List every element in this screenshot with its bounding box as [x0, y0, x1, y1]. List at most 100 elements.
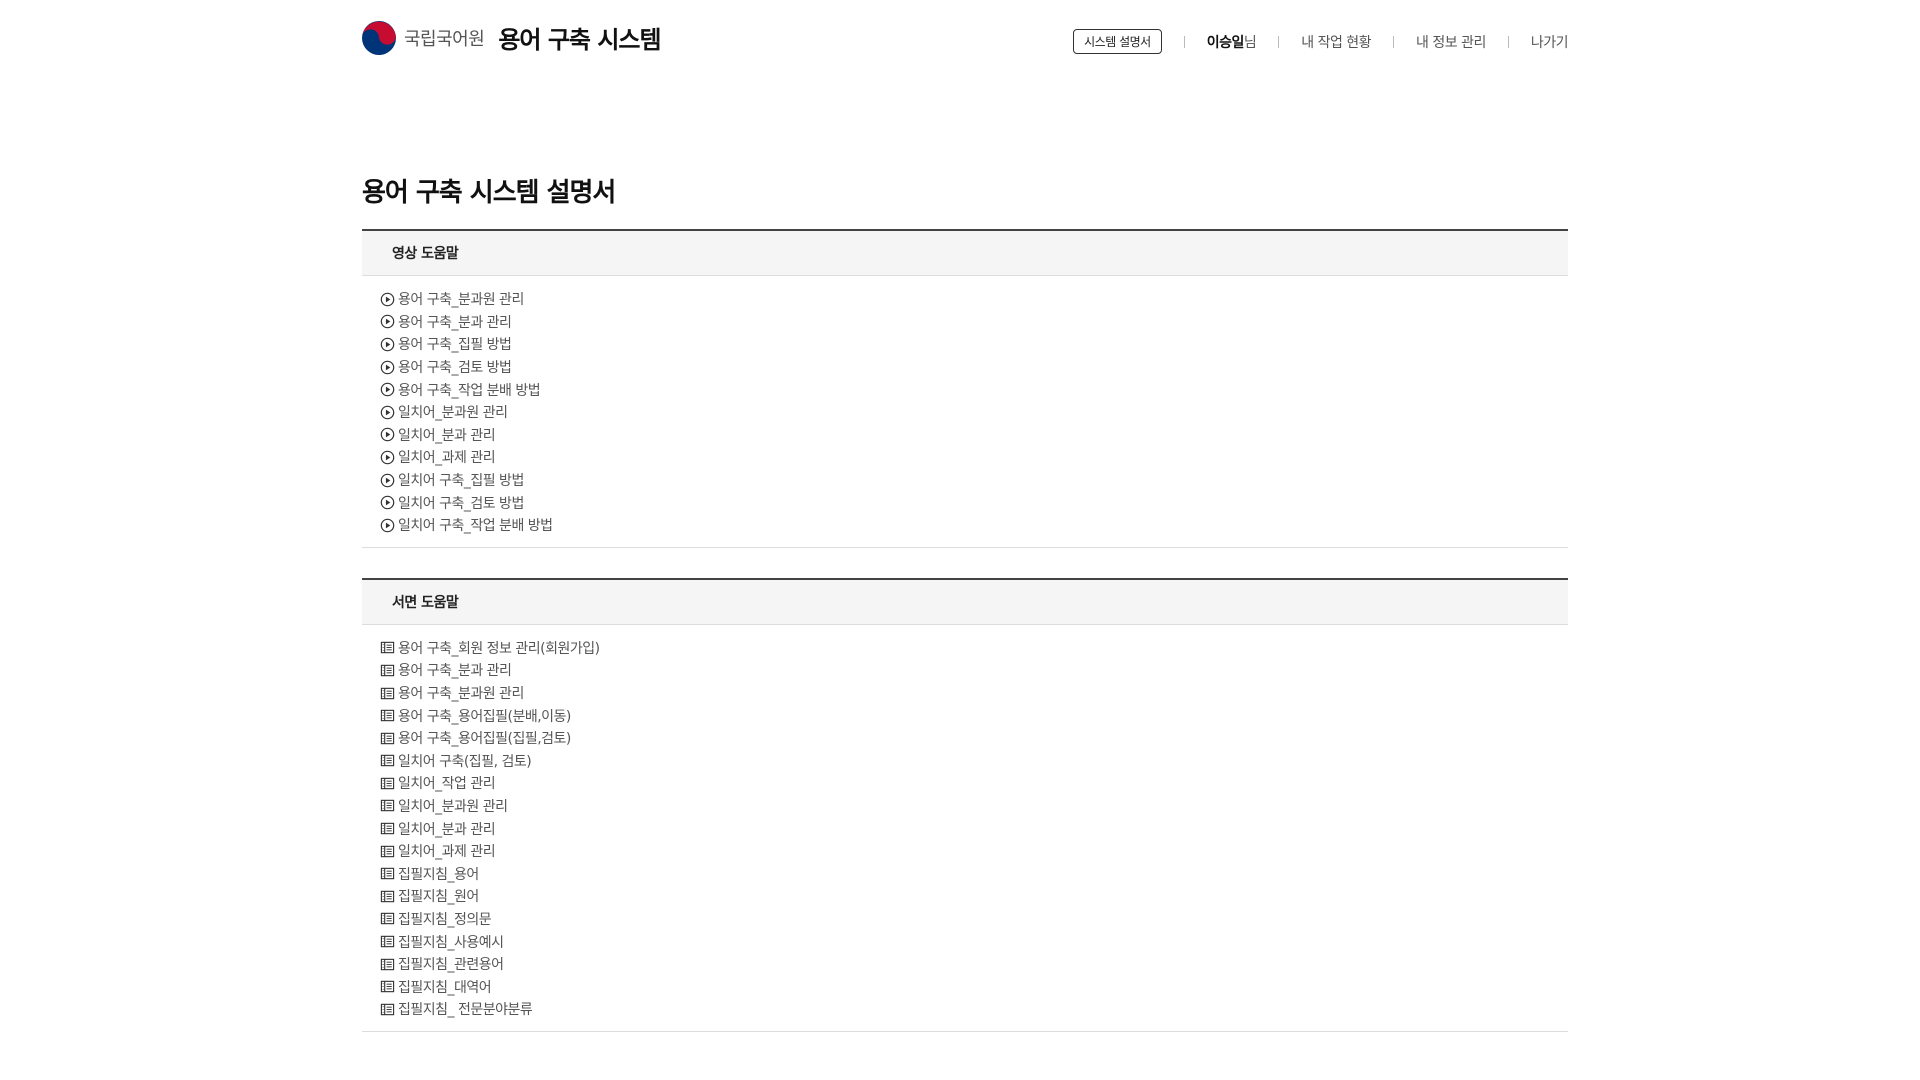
- help-link-item[interactable]: 일치어_작업 관리: [380, 772, 1568, 795]
- help-link-label: 용어 구축_작업 분배 방법: [398, 382, 541, 399]
- document-icon: [380, 755, 395, 767]
- document-icon: [380, 687, 395, 699]
- help-link-item[interactable]: 일치어_분과 관리: [380, 424, 1568, 447]
- help-link-label: 일치어 구축_집필 방법: [398, 473, 524, 490]
- help-link-label: 용어 구축_분과 관리: [398, 314, 512, 331]
- help-link-item[interactable]: 집필지침_대역어: [380, 975, 1568, 998]
- help-link-item[interactable]: 집필지침_사용예시: [380, 930, 1568, 953]
- help-link-label: 용어 구축_집필 방법: [398, 337, 512, 354]
- document-icon: [380, 822, 395, 835]
- video-help-section: 영상 도움말 용어 구축_분과원 관리용어 구축_분과 관리용어 구축_집필 방…: [362, 229, 1568, 548]
- document-icon: [380, 868, 395, 880]
- help-link-item[interactable]: 용어 구축_용어집필(집필,검토): [380, 727, 1568, 750]
- document-icon: [380, 935, 395, 948]
- help-link-item[interactable]: 일치어 구축(집필, 검토): [380, 750, 1568, 773]
- play-circle-icon: [380, 360, 395, 374]
- help-link-item[interactable]: 용어 구축_회원 정보 관리(회원가입): [380, 637, 1568, 660]
- my-info-link[interactable]: 내 정보 관리: [1416, 32, 1486, 52]
- help-link-item[interactable]: 집필지침_용어: [380, 862, 1568, 885]
- help-link-label: 일치어 구축(집필, 검토): [398, 753, 532, 770]
- help-link-item[interactable]: 용어 구축_분과 관리: [380, 659, 1568, 682]
- play-circle-icon: [380, 473, 395, 487]
- header: 국립국어원 용어 구축 시스템 시스템 설명서 이승일님 내 작업 현황 내 정…: [362, 0, 1569, 110]
- help-link-label: 집필지침_관련용어: [398, 957, 504, 974]
- help-link-label: 집필지침_대역어: [398, 979, 492, 996]
- help-link-item[interactable]: 용어 구축_검토 방법: [380, 356, 1568, 379]
- document-icon: [380, 981, 395, 993]
- document-icon: [380, 709, 395, 722]
- help-link-label: 일치어 구축_검토 방법: [398, 495, 524, 512]
- play-circle-icon: [380, 292, 395, 307]
- nav-divider: [1393, 35, 1395, 48]
- help-link-label: 일치어_분과원 관리: [398, 798, 508, 815]
- top-nav: 시스템 설명서 이승일님 내 작업 현황 내 정보 관리 나가기: [1073, 29, 1569, 54]
- play-circle-icon: [380, 495, 395, 510]
- help-link-item[interactable]: 집필지침_관련용어: [380, 953, 1568, 976]
- user-greeting: 이승일님: [1207, 32, 1257, 52]
- help-link-item[interactable]: 집필지침_ 전문분야분류: [380, 998, 1568, 1021]
- document-icon: [380, 1003, 395, 1016]
- help-link-item[interactable]: 용어 구축_분과 관리: [380, 311, 1568, 334]
- help-link-label: 일치어_과제 관리: [398, 450, 496, 467]
- help-link-item[interactable]: 일치어 구축_집필 방법: [380, 469, 1568, 492]
- nav-divider: [1183, 35, 1185, 48]
- help-link-item[interactable]: 일치어_분과원 관리: [380, 795, 1568, 818]
- user-suffix: 님: [1243, 34, 1257, 51]
- document-icon: [380, 642, 395, 654]
- document-icon: [380, 913, 395, 925]
- document-icon: [380, 890, 395, 903]
- play-circle-icon: [380, 450, 395, 465]
- help-link-item[interactable]: 일치어_과제 관리: [380, 840, 1568, 863]
- help-link-label: 용어 구축_분과원 관리: [398, 686, 524, 703]
- org-name: 국립국어원: [404, 28, 485, 50]
- help-link-label: 일치어_과제 관리: [398, 844, 496, 861]
- help-link-label: 일치어 구축_작업 분배 방법: [398, 518, 553, 535]
- help-link-label: 용어 구축_회원 정보 관리(회원가입): [398, 640, 600, 657]
- help-link-label: 용어 구축_분과원 관리: [398, 292, 524, 309]
- video-help-list: 용어 구축_분과원 관리용어 구축_분과 관리용어 구축_집필 방법용어 구축_…: [362, 276, 1568, 548]
- play-circle-icon: [380, 337, 395, 352]
- document-help-list: 용어 구축_회원 정보 관리(회원가입) 용어 구축_분과 관리용어 구축_분과원…: [362, 625, 1568, 1032]
- help-link-label: 일치어_분과 관리: [398, 821, 496, 838]
- help-link-item[interactable]: 용어 구축_분과원 관리: [380, 288, 1568, 311]
- help-link-label: 집필지침_원어: [398, 889, 479, 906]
- exit-link[interactable]: 나가기: [1531, 32, 1569, 52]
- nav-divider: [1278, 35, 1280, 48]
- help-link-label: 용어 구축_검토 방법: [398, 360, 512, 377]
- document-icon: [380, 777, 395, 790]
- play-circle-icon: [380, 315, 395, 329]
- page-container: 국립국어원 용어 구축 시스템 시스템 설명서 이승일님 내 작업 현황 내 정…: [362, 0, 1569, 1032]
- system-manual-button[interactable]: 시스템 설명서: [1073, 29, 1162, 54]
- help-link-item[interactable]: 일치어_분과 관리: [380, 817, 1568, 840]
- system-name: 용어 구축 시스템: [498, 26, 661, 54]
- document-icon: [380, 664, 395, 677]
- document-help-title: 서면 도움말: [362, 579, 1568, 625]
- taegeuk-logo-icon: [362, 20, 396, 55]
- help-link-label: 용어 구축_용어집필(분배,이동): [398, 708, 571, 725]
- logo[interactable]: 국립국어원 용어 구축 시스템: [362, 20, 662, 55]
- nav-divider: [1507, 35, 1509, 48]
- document-icon: [380, 800, 395, 812]
- document-icon: [380, 958, 395, 970]
- video-help-title: 영상 도움말: [362, 231, 1568, 276]
- help-link-label: 집필지침_ 전문분야분류: [398, 1002, 533, 1019]
- user-name: 이승일: [1206, 34, 1245, 51]
- help-link-item[interactable]: 일치어_과제 관리: [380, 446, 1568, 469]
- play-circle-icon: [380, 518, 395, 533]
- help-link-item[interactable]: 집필지침_원어: [380, 885, 1568, 908]
- document-icon: [380, 732, 395, 744]
- help-link-label: 집필지침_사용예시: [398, 934, 504, 951]
- my-work-link[interactable]: 내 작업 현황: [1301, 32, 1371, 52]
- help-link-item[interactable]: 용어 구축_집필 방법: [380, 333, 1568, 356]
- help-link-item[interactable]: 용어 구축_용어집필(분배,이동): [380, 704, 1568, 727]
- page-title: 용어 구축 시스템 설명서: [362, 178, 616, 208]
- help-link-item[interactable]: 일치어 구축_작업 분배 방법: [380, 514, 1568, 537]
- help-link-item[interactable]: 일치어_분과원 관리: [380, 401, 1568, 424]
- help-link-item[interactable]: 용어 구축_분과원 관리: [380, 682, 1568, 705]
- help-link-label: 용어 구축_용어집필(집필,검토): [398, 731, 571, 748]
- help-link-item[interactable]: 집필지침_정의문: [380, 908, 1568, 931]
- help-link-item[interactable]: 용어 구축_작업 분배 방법: [380, 378, 1568, 401]
- help-link-item[interactable]: 일치어 구축_검토 방법: [380, 491, 1568, 514]
- help-link-label: 일치어_분과 관리: [398, 427, 496, 444]
- play-circle-icon: [380, 405, 395, 420]
